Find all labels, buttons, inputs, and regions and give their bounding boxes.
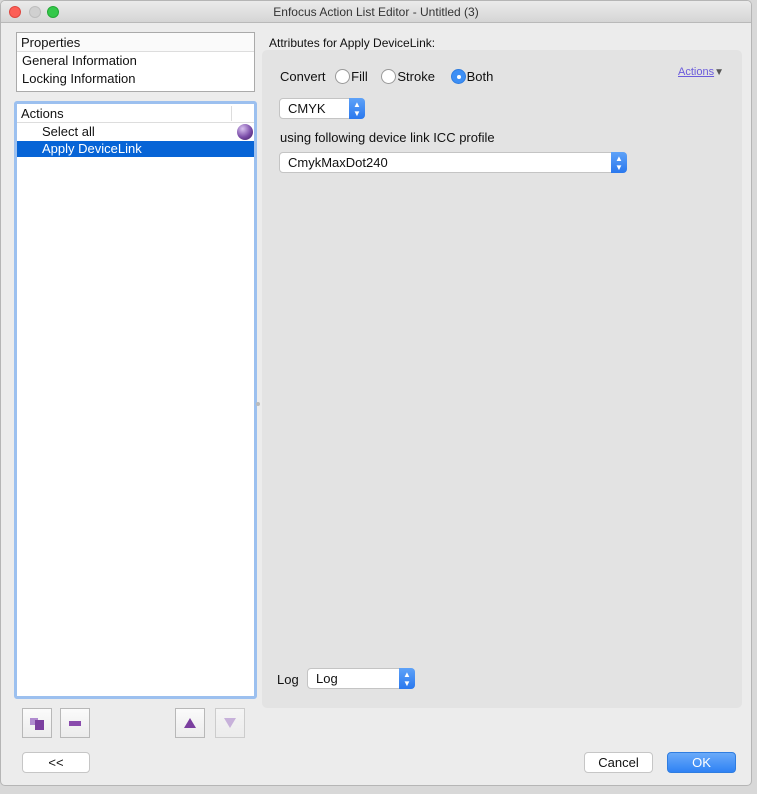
log-label: Log <box>277 672 299 687</box>
properties-item-general[interactable]: General Information <box>17 52 254 70</box>
minus-icon <box>69 720 81 726</box>
actions-header: Actions <box>17 104 254 123</box>
chevron-updown-icon: ▲ ▼ <box>611 152 627 173</box>
cancel-button[interactable]: Cancel <box>584 752 653 773</box>
profile-select[interactable]: CmykMaxDot240 ▲ ▼ <box>279 152 627 173</box>
triangle-down-icon <box>224 718 236 728</box>
actions-header-label: Actions <box>21 106 64 121</box>
radio-circle <box>335 69 351 84</box>
splitter-handle[interactable] <box>256 402 260 406</box>
radio-circle-selected <box>450 69 466 84</box>
triangle-down-icon: ▼ <box>714 67 724 78</box>
attributes-title: Attributes for Apply DeviceLink: <box>269 36 436 50</box>
chevron-updown-icon: ▲ ▼ <box>399 668 415 689</box>
colorspace-value: CMYK <box>288 101 326 116</box>
chevron-updown-icon: ▲ ▼ <box>349 98 365 119</box>
convert-row: Convert Fill Stroke Both <box>280 69 493 84</box>
convert-label: Convert <box>280 69 326 84</box>
action-item-select-all[interactable]: Select all <box>17 123 254 141</box>
add-icon <box>30 716 44 730</box>
radio-both[interactable]: Both <box>450 69 494 84</box>
move-up-button[interactable] <box>175 708 205 738</box>
log-select[interactable]: Log ▲ ▼ <box>307 668 415 689</box>
properties-item-locking[interactable]: Locking Information <box>17 70 254 88</box>
radio-stroke-label: Stroke <box>397 69 435 84</box>
properties-panel: Properties General Information Locking I… <box>16 32 255 92</box>
radio-fill-label: Fill <box>351 69 368 84</box>
action-item-label: Select all <box>42 124 95 139</box>
radio-stroke[interactable]: Stroke <box>381 69 435 84</box>
log-value: Log <box>316 671 338 686</box>
actions-menu-link[interactable]: Actions▼ <box>678 66 724 78</box>
window-title: Enfocus Action List Editor - Untitled (3… <box>273 5 479 19</box>
title-bar: Enfocus Action List Editor - Untitled (3… <box>1 1 751 23</box>
properties-header: Properties <box>17 33 254 52</box>
zoom-window-button[interactable] <box>47 6 59 18</box>
close-window-button[interactable] <box>9 6 21 18</box>
profile-label: using following device link ICC profile <box>280 130 495 145</box>
actions-panel: Actions Select all Apply DeviceLink <box>14 101 257 699</box>
ok-button[interactable]: OK <box>667 752 736 773</box>
status-orb-icon <box>237 124 253 140</box>
radio-both-label: Both <box>466 69 494 84</box>
actions-link-label: Actions <box>678 66 715 78</box>
move-down-button[interactable] <box>215 708 245 738</box>
action-item-apply-devicelink[interactable]: Apply DeviceLink <box>17 141 254 157</box>
remove-action-button[interactable] <box>60 708 90 738</box>
colorspace-select[interactable]: CMYK ▲ ▼ <box>279 98 365 119</box>
radio-fill[interactable]: Fill <box>335 69 368 84</box>
profile-value: CmykMaxDot240 <box>288 155 388 170</box>
action-list-editor-window: Enfocus Action List Editor - Untitled (3… <box>0 0 752 786</box>
collapse-button[interactable]: << <box>22 752 90 773</box>
attributes-panel: Convert Fill Stroke Both Actions▼ CMYK ▲ ▼… <box>262 50 742 708</box>
minimize-window-button[interactable] <box>29 6 41 18</box>
add-action-button[interactable] <box>22 708 52 738</box>
radio-circle <box>381 69 397 84</box>
triangle-up-icon <box>184 718 196 728</box>
